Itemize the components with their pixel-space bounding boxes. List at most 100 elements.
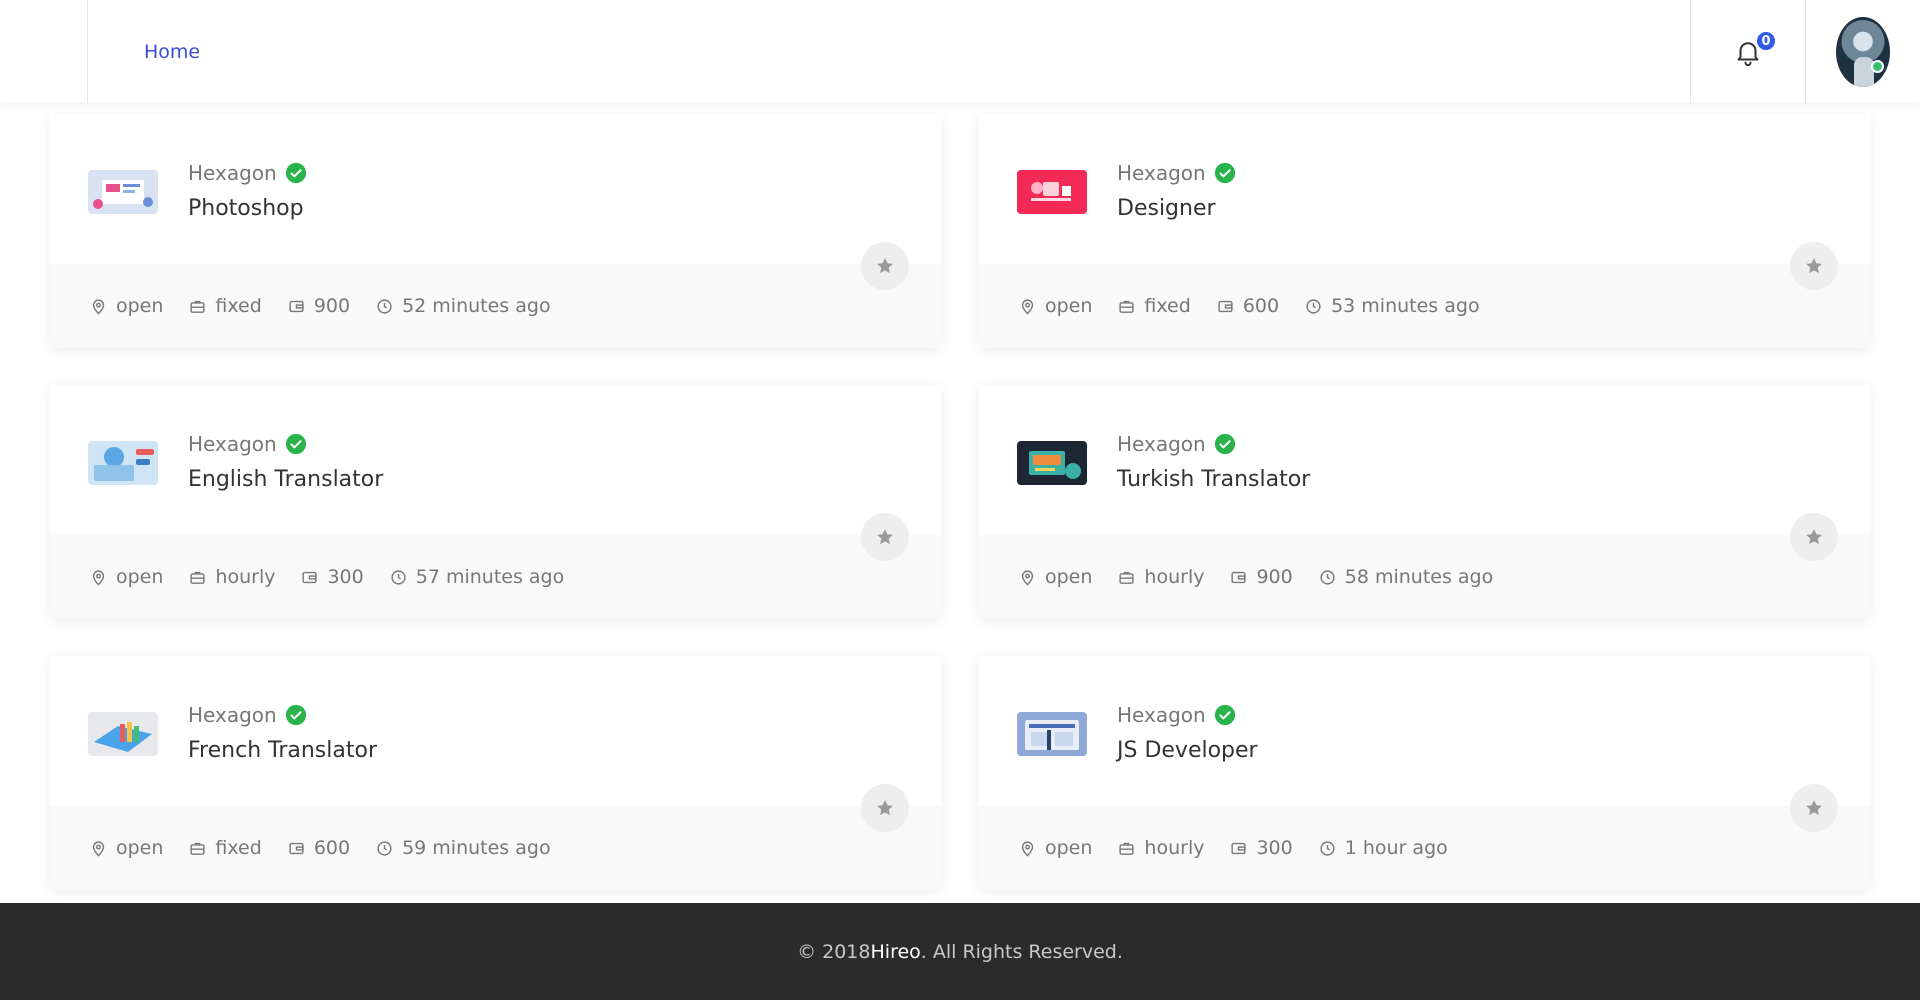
job-type: hourly	[1118, 566, 1204, 588]
job-budget: 900	[1230, 566, 1293, 588]
job-posted-label: 57 minutes ago	[415, 566, 565, 588]
main-nav: Home	[88, 0, 1690, 103]
bookmark-star-button[interactable]	[861, 784, 909, 832]
job-type: hourly	[189, 566, 275, 588]
verified-badge-icon	[285, 433, 306, 455]
location-pin-icon	[92, 298, 105, 315]
job-status-label: open	[116, 837, 164, 859]
bookmark-star-button[interactable]	[1790, 242, 1838, 290]
job-card[interactable]: Hexagon Photoshop open fixed 900 52 minu…	[50, 114, 941, 348]
notification-count-badge: 0	[1755, 30, 1777, 52]
company-name: Hexagon	[188, 432, 277, 456]
job-type-label: hourly	[1144, 837, 1205, 859]
location-pin-icon	[1021, 840, 1034, 857]
briefcase-icon	[1119, 300, 1135, 313]
company-name: Hexagon	[1117, 703, 1206, 727]
wallet-icon	[1231, 842, 1247, 854]
company-name: Hexagon	[188, 161, 277, 185]
job-thumbnail	[1017, 170, 1087, 214]
job-thumbnail	[1017, 712, 1087, 756]
job-card[interactable]: Hexagon JS Developer open hourly 300 1 h…	[979, 656, 1870, 890]
job-budget-label: 300	[327, 566, 364, 588]
job-type-label: hourly	[215, 566, 276, 588]
wallet-icon	[289, 842, 304, 854]
job-budget: 900	[288, 295, 350, 317]
job-status: open	[1019, 837, 1092, 859]
job-budget: 600	[288, 837, 350, 859]
job-card[interactable]: Hexagon French Translator open fixed 600…	[50, 656, 941, 890]
nav-home-link[interactable]: Home	[144, 41, 200, 63]
job-status-label: open	[1045, 295, 1093, 317]
job-status-label: open	[116, 295, 164, 317]
job-posted-time: 59 minutes ago	[376, 837, 551, 859]
notifications-button[interactable]: 0	[1690, 0, 1805, 103]
verified-badge-icon	[1214, 704, 1235, 726]
job-thumbnail	[88, 441, 158, 485]
job-status-label: open	[1045, 566, 1093, 588]
job-budget-label: 900	[313, 295, 351, 317]
clock-icon	[377, 298, 392, 314]
company-row: Hexagon	[1117, 703, 1236, 727]
job-type: hourly	[1118, 837, 1204, 859]
bookmark-star-button[interactable]	[1790, 513, 1838, 561]
job-posted-time: 57 minutes ago	[390, 566, 565, 588]
header-actions: 0	[1690, 0, 1920, 103]
briefcase-icon	[190, 842, 206, 855]
job-card[interactable]: Hexagon English Translator open hourly 3…	[50, 385, 941, 619]
briefcase-icon	[1119, 842, 1135, 855]
job-title-link[interactable]: Photoshop	[188, 196, 304, 221]
job-status: open	[1019, 295, 1092, 317]
company-row: Hexagon	[1117, 432, 1236, 456]
company-name: Hexagon	[188, 703, 277, 727]
job-thumbnail	[1017, 441, 1087, 485]
clock-icon	[1320, 569, 1335, 585]
job-budget: 300	[1230, 837, 1293, 859]
job-status: open	[1019, 566, 1092, 588]
footer-brand-link[interactable]: Hireo	[871, 941, 921, 963]
wallet-icon	[289, 300, 304, 312]
job-meta-row: open hourly 900 58 minutes ago	[979, 535, 1870, 619]
job-status-label: open	[1045, 837, 1093, 859]
job-title-link[interactable]: Turkish Translator	[1117, 467, 1310, 492]
bookmark-star-button[interactable]	[861, 513, 909, 561]
job-type-label: fixed	[215, 295, 262, 317]
job-budget-label: 600	[1242, 295, 1280, 317]
verified-badge-icon	[285, 704, 306, 726]
top-header: Home 0	[0, 0, 1920, 103]
clock-icon	[391, 569, 406, 585]
job-title-link[interactable]: English Translator	[188, 467, 383, 492]
star-icon	[1806, 529, 1822, 545]
job-posted-time: 58 minutes ago	[1319, 566, 1494, 588]
location-pin-icon	[92, 840, 105, 857]
job-card[interactable]: Hexagon Turkish Translator open hourly 9…	[979, 385, 1870, 619]
job-budget: 600	[1217, 295, 1279, 317]
job-type-label: fixed	[215, 837, 262, 859]
bookmark-star-button[interactable]	[861, 242, 909, 290]
job-type-label: hourly	[1144, 566, 1205, 588]
job-type-label: fixed	[1144, 295, 1191, 317]
job-title-link[interactable]: Designer	[1117, 196, 1216, 221]
online-status-indicator	[1871, 60, 1884, 73]
job-card[interactable]: Hexagon Designer open fixed 600 53 minut…	[979, 114, 1870, 348]
location-pin-icon	[1021, 298, 1034, 315]
copyright-prefix: © 2018	[797, 940, 871, 963]
verified-badge-icon	[285, 162, 306, 184]
location-pin-icon	[92, 569, 105, 586]
briefcase-icon	[190, 300, 206, 313]
clock-icon	[377, 840, 392, 856]
bookmark-star-button[interactable]	[1790, 784, 1838, 832]
job-title-link[interactable]: JS Developer	[1117, 738, 1258, 763]
company-row: Hexagon	[188, 432, 307, 456]
job-posted-label: 1 hour ago	[1344, 837, 1448, 859]
job-status: open	[90, 837, 163, 859]
job-title-link[interactable]: French Translator	[188, 738, 377, 763]
user-menu-button[interactable]	[1805, 0, 1920, 103]
company-name: Hexagon	[1117, 161, 1206, 185]
star-icon	[877, 258, 893, 274]
job-posted-label: 58 minutes ago	[1344, 566, 1494, 588]
job-budget: 300	[301, 566, 364, 588]
job-posted-time: 52 minutes ago	[376, 295, 551, 317]
copyright-suffix: . All Rights Reserved.	[920, 940, 1123, 963]
job-budget-label: 900	[1256, 566, 1293, 588]
job-meta-row: open fixed 600 53 minutes ago	[979, 264, 1870, 348]
